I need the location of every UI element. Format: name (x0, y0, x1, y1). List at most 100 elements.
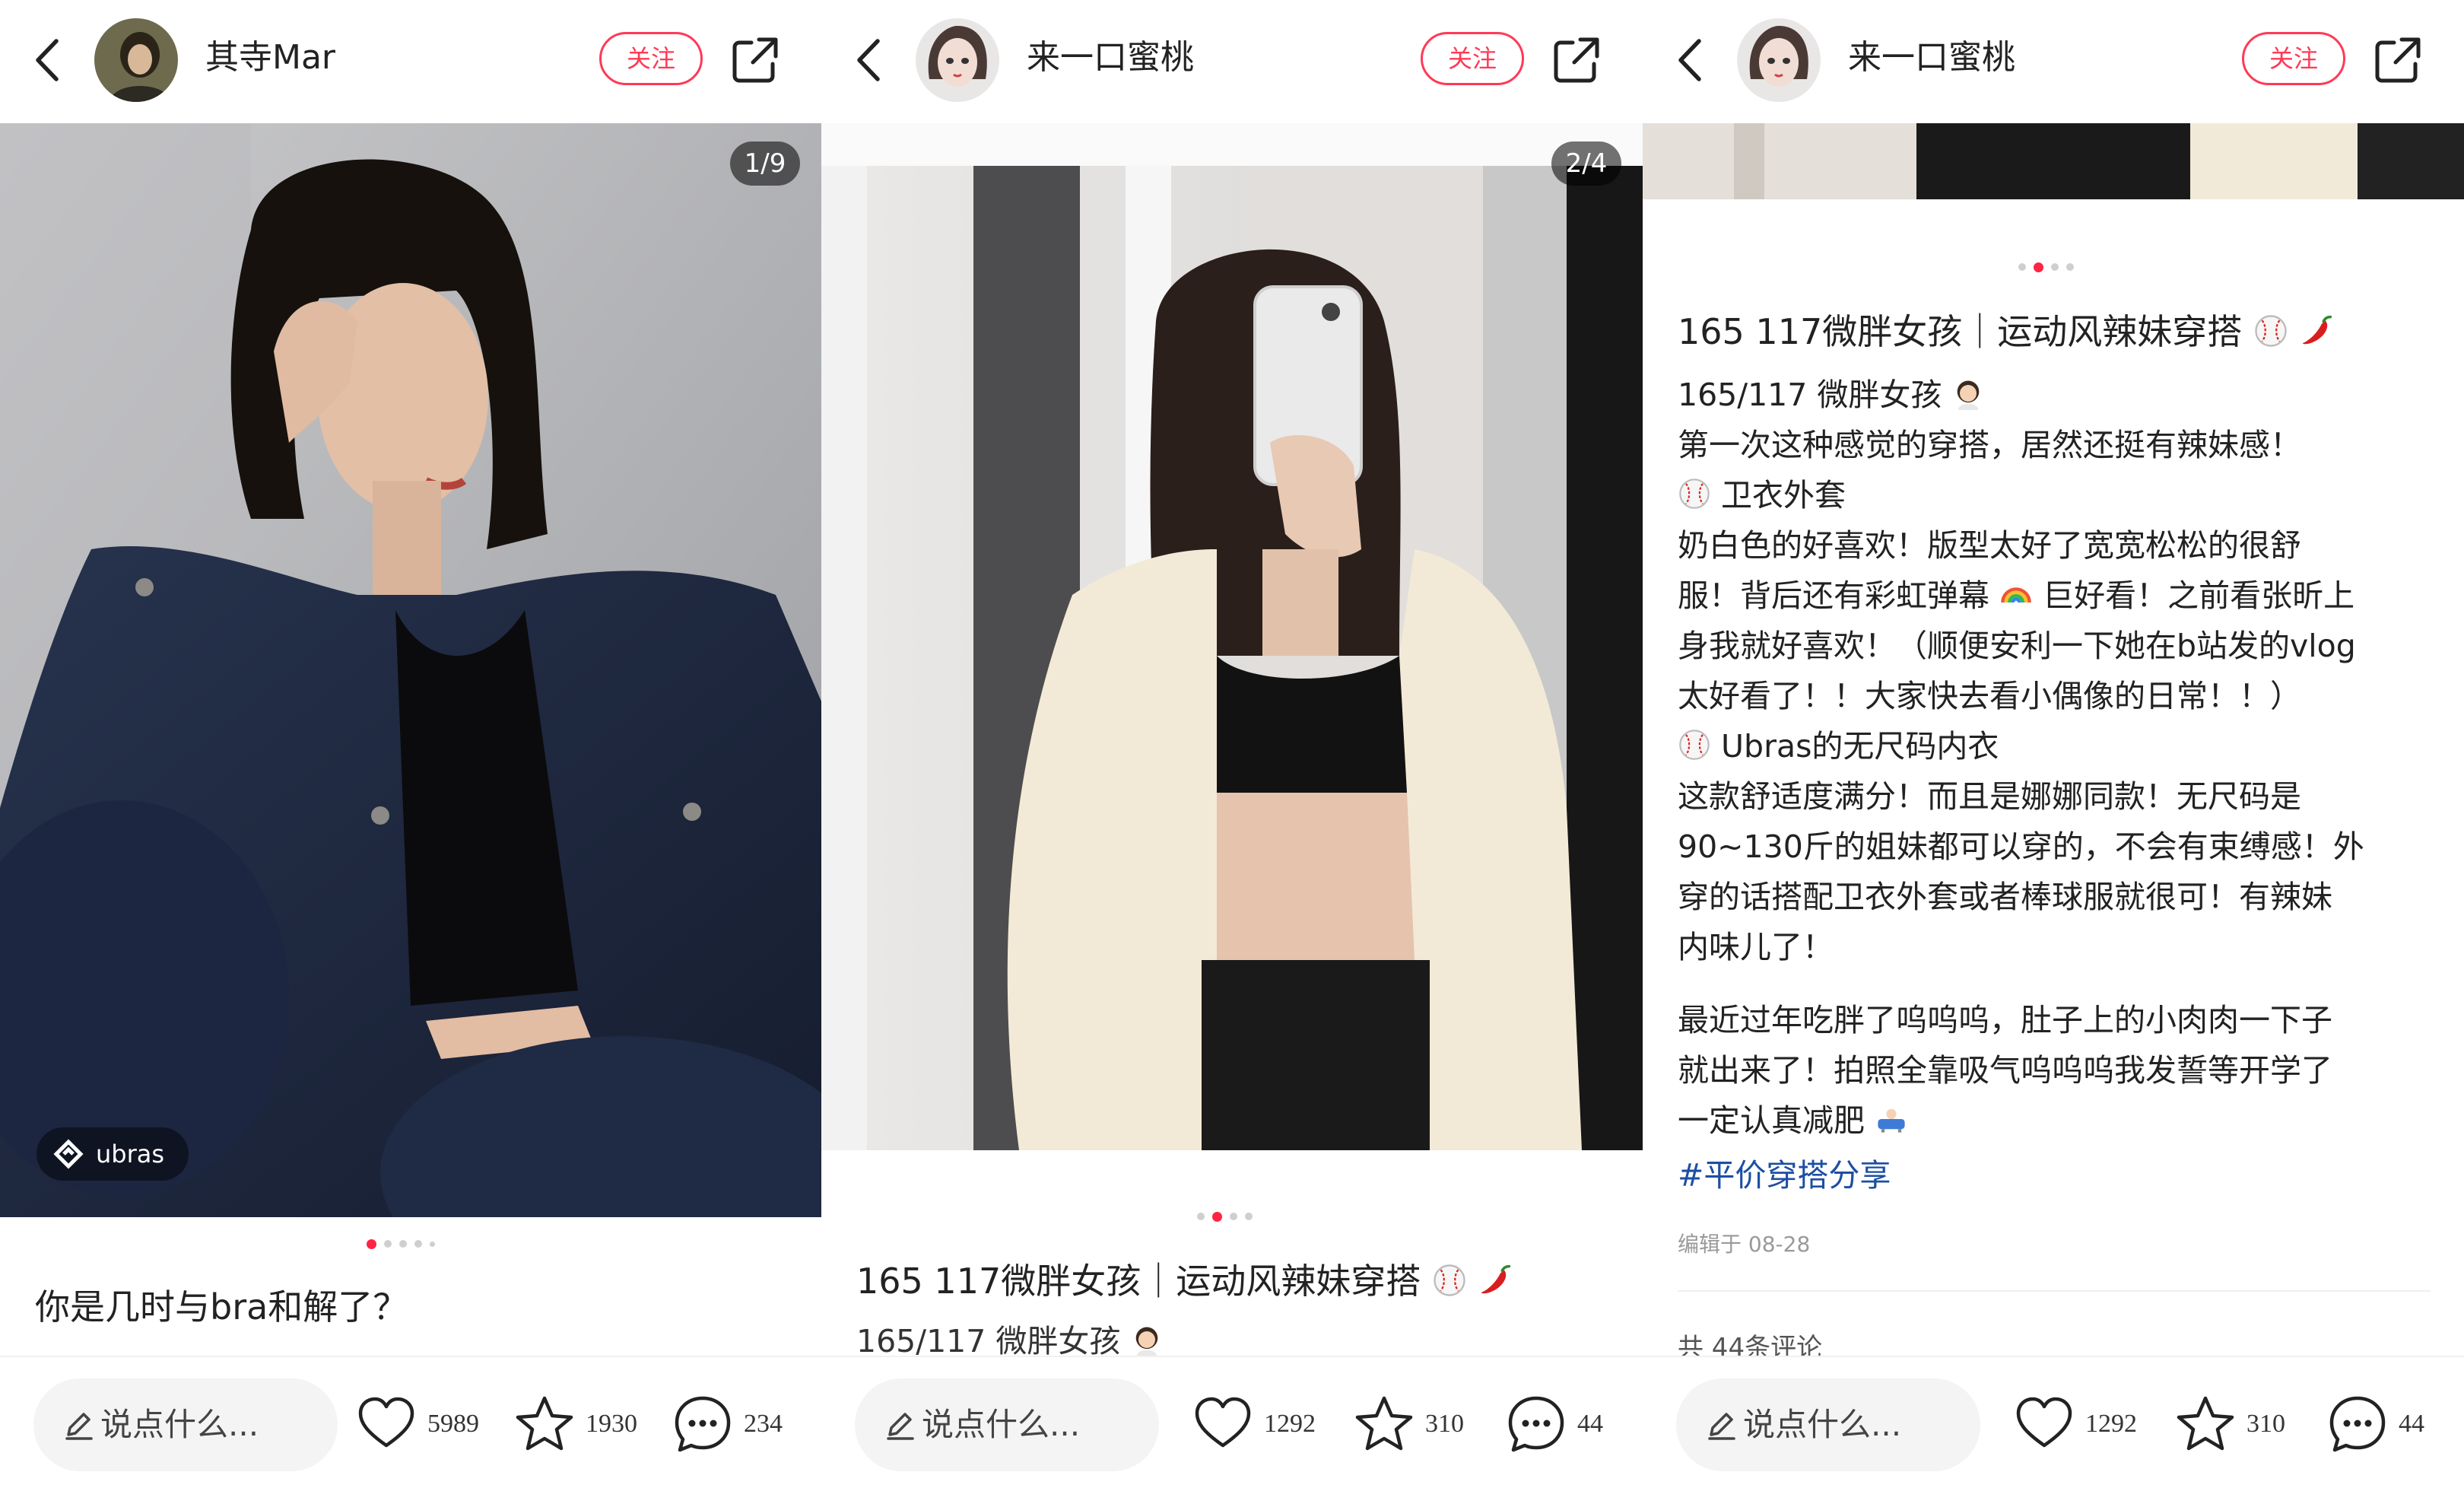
share-icon[interactable] (1550, 33, 1603, 87)
girl-emoji (1130, 1323, 1164, 1356)
body-line: 服！背后还有彩虹弹幕 巨好看！之前看张昕上 (1678, 571, 2354, 621)
comment-bubble-icon[interactable] (2327, 1394, 2388, 1455)
pencil-icon (1704, 1407, 1738, 1442)
heart-icon[interactable] (356, 1394, 417, 1455)
girl-emoji (1951, 377, 1985, 410)
hashtag-link[interactable]: #平价穿搭分享 (1678, 1150, 1891, 1200)
body-line: 身我就好喜欢！（顺便安利一下她在b站发的vlog (1678, 628, 2356, 664)
follow-button[interactable]: 关注 (1421, 32, 1524, 85)
bath-emoji (1875, 1102, 1908, 1136)
post-header: 来一口蜜桃 关注 (821, 0, 1643, 123)
like-count: 1292 (1264, 1410, 1316, 1438)
post-title-text: 165 117微胖女孩｜运动风辣妹穿搭 (856, 1261, 1421, 1302)
comment-input[interactable]: 说点什么... (33, 1378, 338, 1471)
pager-dot (414, 1240, 422, 1248)
star-icon[interactable] (2175, 1394, 2236, 1455)
star-icon[interactable] (1354, 1394, 1415, 1455)
post-title: 你是几时与bra和解了？ (35, 1286, 408, 1327)
pager-dot (2034, 262, 2043, 272)
brand-tag-label: ubras (96, 1140, 165, 1168)
body-line: 内味儿了！ (1678, 929, 1834, 965)
comment-placeholder: 说点什么... (100, 1406, 259, 1443)
body-line: 这款舒适度满分！而且是娜娜同款！无尺码是 (1678, 778, 2301, 815)
edit-date: 编辑于 08-28 (1678, 1232, 1811, 1257)
heart-icon[interactable] (1192, 1394, 1253, 1455)
body-line: 就出来了！拍照全靠吸气呜呜呜我发誓等开学了 (1678, 1052, 2332, 1089)
image-counter: 1/9 (730, 141, 800, 186)
pager-dot (384, 1240, 392, 1248)
post-title: 165 117微胖女孩｜运动风辣妹穿搭 (856, 1257, 1513, 1305)
follow-button[interactable]: 关注 (2242, 32, 2345, 85)
body-line: 一定认真减肥 (1678, 1095, 1908, 1146)
body-line: 卫衣外套 (1678, 470, 1846, 520)
post-header: 其寺Mar 关注 (0, 0, 821, 123)
body-line: Ubras的无尺码内衣 (1678, 721, 1999, 771)
pencil-icon (882, 1407, 917, 1442)
divider (1678, 1290, 2431, 1292)
comment-bubble-icon[interactable] (1506, 1394, 1567, 1455)
collect-count: 1930 (586, 1410, 637, 1438)
author-name[interactable]: 来一口蜜桃 (1027, 33, 1194, 82)
brand-tag[interactable]: ubras (37, 1127, 189, 1181)
comment-input[interactable]: 说点什么... (855, 1378, 1159, 1471)
post-panel-2: 来一口蜜桃 关注 2/4 165 117微胖女孩｜运动风辣妹穿搭 165/117… (821, 0, 1643, 1488)
author-name[interactable]: 来一口蜜桃 (1848, 33, 2015, 82)
chili-emoji (1478, 1263, 1513, 1298)
avatar[interactable] (1737, 18, 1821, 102)
post-body-preview-text: 165/117 微胖女孩 (856, 1323, 1121, 1359)
body-line: 第一次这种感觉的穿搭，居然还挺有辣妹感！ (1678, 427, 2301, 463)
body-line: 最近过年吃胖了呜呜呜，肚子上的小肉肉一下子 (1678, 1002, 2332, 1038)
body-line-text: 165/117 微胖女孩 (1678, 377, 1942, 413)
image-pager-dots (367, 1239, 435, 1251)
pager-dot (430, 1242, 435, 1247)
rainbow-emoji (1999, 577, 2033, 611)
post-image[interactable]: 1/9 ubras (0, 123, 821, 1217)
chili-emoji (2299, 313, 2334, 348)
comment-input[interactable]: 说点什么... (1676, 1378, 1980, 1471)
brand-logo-icon (53, 1139, 84, 1169)
baseball-emoji (2253, 313, 2288, 348)
comment-placeholder: 说点什么... (1743, 1406, 1902, 1443)
post-image[interactable]: 2/4 (821, 123, 1643, 1150)
collect-count: 310 (1425, 1410, 1464, 1438)
pager-dot (399, 1240, 407, 1248)
back-arrow-icon[interactable] (1669, 33, 1714, 87)
share-icon[interactable] (2371, 33, 2424, 87)
image-pager-dots (1197, 1212, 1253, 1223)
avatar[interactable] (94, 18, 178, 102)
body-line: 穿的话搭配卫衣外套或者棒球服就很可！有辣妹 (1678, 879, 2332, 915)
avatar[interactable] (916, 18, 999, 102)
post-image-partial[interactable] (1643, 123, 2464, 199)
heart-icon[interactable] (2014, 1394, 2075, 1455)
body-line: 太好看了！！大家快去看小偶像的日常！！） (1678, 678, 2301, 714)
collect-count: 310 (2246, 1410, 2285, 1438)
baseball-emoji (1678, 477, 1711, 510)
body-line-text: 卫衣外套 (1721, 477, 1846, 513)
like-count: 1292 (2085, 1410, 2137, 1438)
pager-dot (1197, 1213, 1205, 1220)
body-line-text: Ubras的无尺码内衣 (1721, 728, 1999, 765)
baseball-emoji (1678, 728, 1711, 761)
bottom-action-bar: 说点什么... 5989 1930 234 (0, 1356, 821, 1488)
bottom-action-bar: 说点什么... 1292 310 44 (1643, 1356, 2464, 1488)
body-line-text: 巨好看！之前看张昕上 (2043, 577, 2355, 614)
pager-dot (2018, 263, 2026, 271)
pager-dot (367, 1239, 376, 1249)
body-line-text: 服！背后还有彩虹弹幕 (1678, 577, 1989, 614)
pager-dot (1230, 1213, 1237, 1220)
author-name[interactable]: 其寺Mar (205, 33, 335, 82)
post-panel-3: 来一口蜜桃 关注 165 117微胖女孩｜运动风辣妹穿搭 165/117 微胖女… (1643, 0, 2464, 1488)
bottom-action-bar: 说点什么... 1292 310 44 (821, 1356, 1643, 1488)
star-icon[interactable] (514, 1394, 575, 1455)
comment-count: 234 (744, 1410, 783, 1438)
comment-bubble-icon[interactable] (672, 1394, 733, 1455)
back-arrow-icon[interactable] (847, 33, 893, 87)
follow-button[interactable]: 关注 (599, 32, 703, 85)
body-line-text: 一定认真减肥 (1678, 1102, 1865, 1139)
back-arrow-icon[interactable] (26, 33, 71, 87)
pager-dot (1212, 1212, 1222, 1222)
baseball-emoji (1432, 1263, 1467, 1298)
body-line: 奶白色的好喜欢！版型太好了宽宽松松的很舒 (1678, 527, 2301, 564)
comment-count: 44 (2399, 1410, 2424, 1438)
share-icon[interactable] (729, 33, 782, 87)
